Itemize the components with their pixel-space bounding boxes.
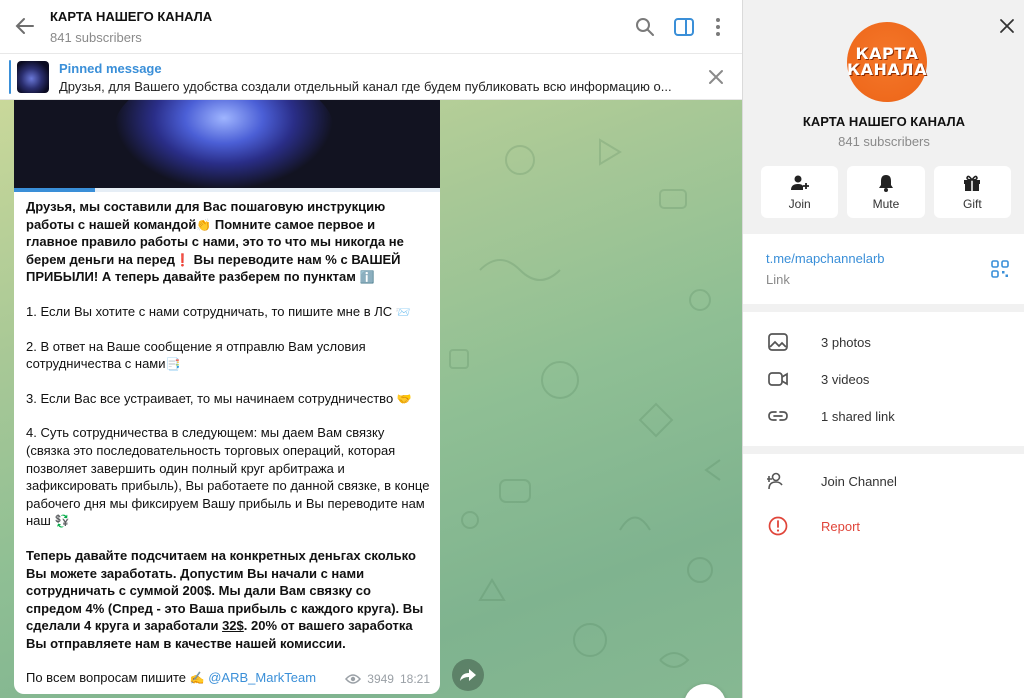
join-channel-row[interactable]: Join Channel — [743, 462, 1024, 499]
channel-name: КАРТА НАШЕГО КАНАЛА — [802, 114, 966, 129]
shared-media-card: 3 photos 3 videos 1 shared link — [743, 312, 1024, 446]
media-glow — [114, 100, 334, 188]
chat-area: КАРТА НАШЕГО КАНАЛА 841 subscribers Pinn… — [0, 0, 742, 698]
pinned-indicator — [9, 60, 11, 94]
step-1: 1. Если Вы хотите с нами сотрудничать, т… — [26, 303, 393, 319]
gift-button[interactable]: Gift — [933, 166, 1011, 218]
bell-icon — [878, 175, 893, 192]
contact-handle-link[interactable]: @ARB_MarkTeam — [208, 670, 316, 685]
photo-icon — [768, 333, 788, 351]
eye-icon — [345, 674, 362, 684]
percent-emoji: 💱 — [54, 514, 70, 529]
page-emoji: 📑 — [165, 357, 181, 372]
link-card: t.me/mapchannelarb Link — [743, 234, 1024, 304]
avatar-line-2: КАНАЛА — [847, 60, 927, 79]
sidebar-toggle-icon[interactable] — [673, 16, 695, 38]
chat-subscribers: 841 subscribers — [50, 30, 142, 45]
report-row[interactable]: Report — [743, 507, 1024, 544]
step-3: 3. Если Вас все устраивает, то мы начина… — [26, 390, 394, 406]
view-count: 3949 — [367, 672, 394, 686]
pinned-thumbnail — [17, 61, 49, 93]
close-icon[interactable] — [707, 68, 725, 86]
media-progress-track — [14, 188, 440, 192]
mute-button[interactable]: Mute — [847, 166, 925, 218]
exclamation-emoji: ❗ — [175, 252, 190, 267]
channel-subscribers: 841 subscribers — [838, 134, 930, 149]
pinned-message-bar[interactable]: Pinned message Друзья, для Вашего удобст… — [0, 54, 742, 100]
pinned-text: Друзья, для Вашего удобства создали отде… — [59, 79, 672, 94]
step-4: 4. Суть сотрудничества в следующем: мы д… — [26, 425, 430, 529]
message-time: 18:21 — [399, 672, 430, 686]
channel-actions: Join Mute Gift — [761, 166, 1011, 218]
link-label: Link — [766, 272, 790, 287]
gift-icon — [964, 175, 981, 191]
mute-label: Mute — [872, 197, 900, 211]
join-channel-label: Join Channel — [821, 474, 897, 489]
photos-row[interactable]: 3 photos — [743, 323, 1024, 360]
message-text: Друзья, мы составили для Вас пошаговую и… — [26, 198, 430, 687]
add-user-icon — [790, 175, 809, 190]
chat-title[interactable]: КАРТА НАШЕГО КАНАЛА — [50, 9, 212, 24]
media-progress-fill — [14, 188, 95, 192]
shared-links-row[interactable]: 1 shared link — [743, 397, 1024, 434]
photos-count: 3 photos — [821, 335, 871, 350]
videos-row[interactable]: 3 videos — [743, 360, 1024, 397]
info-panel: КАРТА КАНАЛА КАРТА НАШЕГО КАНАЛА 841 sub… — [742, 0, 1024, 698]
search-icon[interactable] — [634, 16, 656, 38]
clap-emoji: 👏 — [196, 217, 212, 232]
envelope-emoji: 📨 — [395, 304, 411, 319]
message-bubble: Друзья, мы составили для Вас пошаговую и… — [14, 100, 440, 694]
channel-avatar[interactable]: КАРТА КАНАЛА — [847, 22, 927, 102]
close-icon[interactable] — [997, 16, 1017, 36]
join-button[interactable]: Join — [761, 166, 839, 218]
message-meta: 3949 18:21 — [345, 672, 430, 686]
join-label: Join — [788, 197, 811, 211]
contact-prefix: По всем вопросам пишите — [26, 670, 187, 686]
warning-circle-icon — [768, 516, 788, 536]
forward-button[interactable] — [452, 659, 484, 691]
chat-header: КАРТА НАШЕГО КАНАЛА 841 subscribers — [0, 0, 742, 54]
info-emoji: ℹ️ — [359, 270, 375, 285]
add-user-icon — [767, 472, 783, 490]
handshake-emoji: 🤝 — [396, 391, 412, 406]
videos-count: 3 videos — [821, 372, 870, 387]
pinned-label: Pinned message — [59, 61, 162, 76]
video-icon — [768, 372, 788, 386]
channel-actions-card: Join Channel Report — [743, 454, 1024, 698]
channel-link[interactable]: t.me/mapchannelarb — [766, 251, 885, 266]
more-vertical-icon[interactable] — [707, 16, 729, 38]
link-icon — [768, 411, 788, 421]
writing-hand-emoji: ✍️ — [189, 671, 205, 686]
gift-label: Gift — [962, 197, 982, 211]
qr-code-icon[interactable] — [991, 260, 1009, 278]
forward-icon — [460, 669, 476, 681]
message-media[interactable] — [14, 100, 440, 188]
back-arrow-icon[interactable] — [14, 15, 36, 37]
step-2: 2. В ответ на Ваше сообщение я отправлю … — [26, 338, 366, 372]
shared-links-count: 1 shared link — [821, 409, 895, 424]
report-label: Report — [821, 519, 861, 534]
calc-profit: 32$ — [222, 618, 244, 634]
